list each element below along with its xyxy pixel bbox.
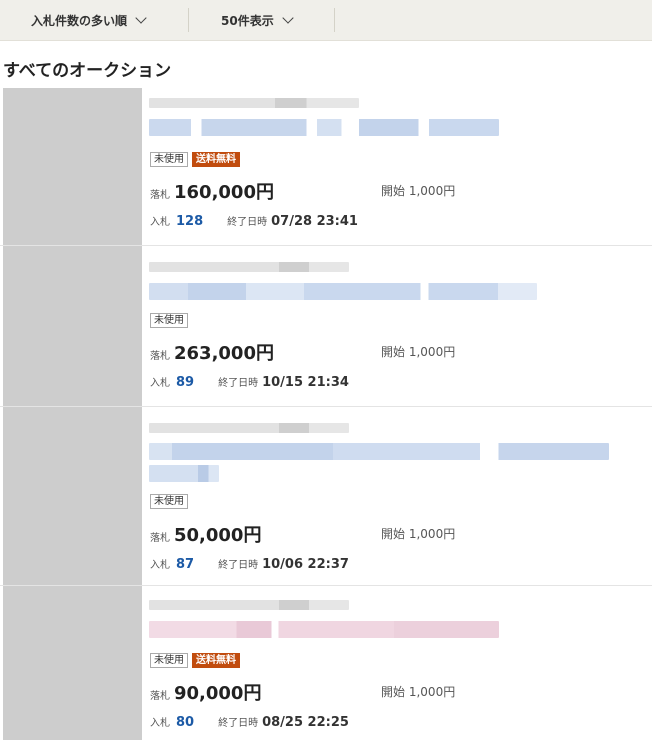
auction-item[interactable]: 未使用 落札 263,000円 開始 1,000円 入札 89 終了日時 10/…: [0, 246, 652, 407]
auction-item[interactable]: 未使用 送料無料 落札 90,000円 開始 1,000円 入札 80 終了日時…: [0, 586, 652, 740]
end-time-value: 08/25 22:25: [262, 715, 349, 730]
winning-price-label: 落札: [150, 190, 170, 201]
item-thumbnail[interactable]: [3, 407, 142, 585]
winning-price: 落札 90,000円: [150, 679, 261, 705]
item-title-link[interactable]: [149, 443, 609, 460]
blurred-seller-info: [149, 262, 349, 272]
winning-price-label: 落札: [150, 691, 170, 702]
winning-price-label: 落札: [150, 533, 170, 544]
bids-label: 入札: [150, 718, 170, 729]
winning-price-value: 90,000円: [174, 683, 262, 704]
start-price: 開始 1,000円: [381, 525, 455, 542]
end-time-value: 10/06 22:37: [262, 557, 349, 572]
end-time-label: 終了日時: [218, 378, 259, 389]
start-price-value: 1,000円: [408, 345, 456, 359]
chevron-down-icon: [135, 12, 147, 24]
item-tags: 未使用: [150, 494, 188, 509]
condition-tag: 未使用: [150, 313, 188, 328]
item-thumbnail[interactable]: [3, 88, 142, 245]
end-time-label: 終了日時: [218, 560, 259, 571]
start-price-value: 1,000円: [408, 527, 456, 541]
winning-price: 落札 160,000円: [150, 178, 274, 204]
toolbar-divider: [334, 8, 335, 32]
item-tags: 未使用 送料無料: [150, 152, 240, 167]
blurred-seller-info: [149, 423, 349, 433]
start-price-label: 開始: [381, 685, 406, 699]
end-time-label: 終了日時: [227, 217, 268, 228]
item-thumbnail[interactable]: [3, 246, 142, 406]
item-meta: 入札 87 終了日時 10/06 22:37: [150, 556, 349, 572]
auction-item[interactable]: 未使用 落札 50,000円 開始 1,000円 入札 87 終了日時 10/0…: [0, 407, 652, 586]
start-price: 開始 1,000円: [381, 182, 455, 199]
winning-price-label: 落札: [150, 351, 170, 362]
bids-label: 入札: [150, 560, 170, 571]
bids-label: 入札: [150, 378, 170, 389]
end-time-value: 10/15 21:34: [262, 375, 349, 390]
condition-tag: 未使用: [150, 653, 188, 668]
end-time-value: 07/28 23:41: [271, 214, 358, 229]
blurred-seller-info: [149, 98, 359, 108]
items-per-page-label: 50件表示: [221, 13, 274, 28]
items-per-page-dropdown[interactable]: 50件表示: [221, 0, 294, 40]
winning-price-value: 50,000円: [174, 525, 262, 546]
start-price-label: 開始: [381, 527, 406, 541]
chevron-down-icon: [282, 12, 294, 24]
condition-tag: 未使用: [150, 494, 188, 509]
start-price-label: 開始: [381, 345, 406, 359]
free-shipping-tag: 送料無料: [192, 152, 240, 167]
sort-order-dropdown[interactable]: 入札件数の多い順: [31, 0, 147, 40]
bid-count-link[interactable]: 80: [176, 715, 194, 730]
auction-item[interactable]: 未使用 送料無料 落札 160,000円 開始 1,000円 入札 128 終了…: [0, 88, 652, 246]
start-price-label: 開始: [381, 184, 406, 198]
item-title-link[interactable]: [149, 621, 499, 638]
free-shipping-tag: 送料無料: [192, 653, 240, 668]
item-thumbnail[interactable]: [3, 586, 142, 740]
start-price-value: 1,000円: [408, 685, 456, 699]
blurred-seller-info: [149, 600, 349, 610]
sort-order-label: 入札件数の多い順: [31, 13, 128, 28]
bids-label: 入札: [150, 217, 170, 228]
start-price: 開始 1,000円: [381, 683, 455, 700]
item-title-overflow[interactable]: [149, 465, 219, 482]
item-title-link[interactable]: [149, 283, 537, 300]
bid-count-link[interactable]: 128: [176, 214, 203, 229]
start-price-value: 1,000円: [408, 184, 456, 198]
bid-count-link[interactable]: 89: [176, 375, 194, 390]
item-title-link[interactable]: [149, 119, 499, 136]
winning-price: 落札 50,000円: [150, 521, 261, 547]
winning-price: 落札 263,000円: [150, 339, 274, 365]
bid-count-link[interactable]: 87: [176, 557, 194, 572]
winning-price-value: 160,000円: [174, 182, 274, 203]
item-meta: 入札 128 終了日時 07/28 23:41: [150, 213, 358, 229]
sort-toolbar: 入札件数の多い順 50件表示: [0, 0, 652, 41]
item-meta: 入札 80 終了日時 08/25 22:25: [150, 714, 349, 730]
winning-price-value: 263,000円: [174, 343, 274, 364]
page-title: すべてのオークション: [3, 61, 172, 81]
toolbar-divider: [188, 8, 189, 32]
condition-tag: 未使用: [150, 152, 188, 167]
item-tags: 未使用: [150, 313, 188, 328]
item-meta: 入札 89 終了日時 10/15 21:34: [150, 374, 349, 390]
start-price: 開始 1,000円: [381, 343, 455, 360]
item-tags: 未使用 送料無料: [150, 653, 240, 668]
end-time-label: 終了日時: [218, 718, 259, 729]
